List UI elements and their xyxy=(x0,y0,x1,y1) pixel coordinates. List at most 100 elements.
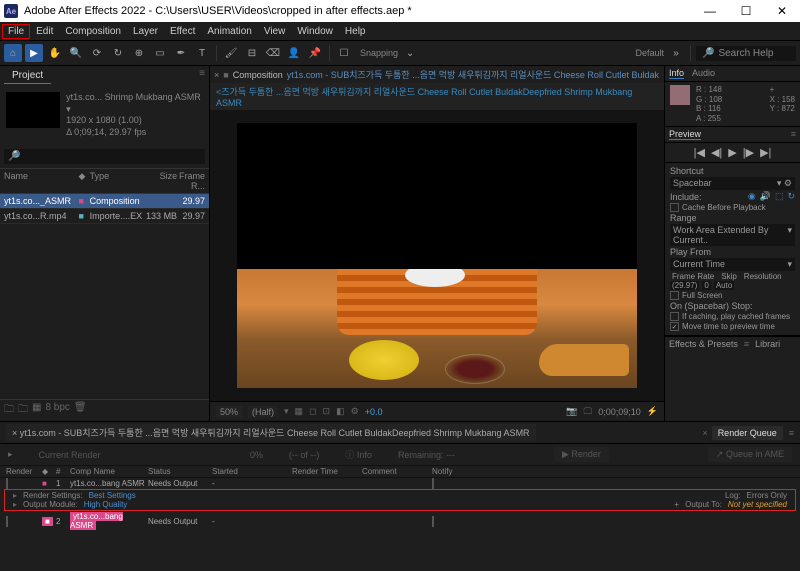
exposure-value[interactable]: +0.0 xyxy=(365,407,383,417)
rect-tool-icon[interactable]: ▭ xyxy=(151,44,169,62)
home-icon[interactable]: ⌂ xyxy=(4,44,22,62)
workspace-menu-icon[interactable]: » xyxy=(667,44,685,62)
viewer-timecode[interactable]: 0;00;09;10 xyxy=(598,407,641,417)
skip-dropdown[interactable]: 0 xyxy=(702,281,710,290)
last-frame-icon[interactable]: ▶| xyxy=(760,146,771,159)
composition-breadcrumb[interactable]: <즈가득 두툼한 ...음면 먹방 새우튀김까지 리얼사운드 Cheese Ro… xyxy=(210,83,664,110)
new-comp-icon[interactable]: ▦ xyxy=(32,402,41,419)
cache-before-checkbox[interactable] xyxy=(670,203,679,212)
workspace-label[interactable]: Default xyxy=(635,48,664,58)
col-label-icon[interactable]: ◆ xyxy=(78,171,89,191)
audio-tab[interactable]: Audio xyxy=(692,68,715,79)
libraries-tab[interactable]: Librari xyxy=(755,339,780,349)
project-item[interactable]: yt1s.co..._ASMR ■ Composition 29.97 xyxy=(0,194,209,209)
bpc-toggle[interactable]: 8 bpc xyxy=(45,402,69,419)
panel-menu-icon[interactable]: ≡ xyxy=(199,68,205,84)
fullscreen-checkbox[interactable] xyxy=(670,291,679,300)
project-tab[interactable]: Project xyxy=(4,68,51,84)
range-dropdown[interactable]: Work Area Extended By Current..▾ xyxy=(670,224,795,246)
toggle-mask-icon[interactable]: ◻ xyxy=(309,406,316,417)
project-search-input[interactable]: 🔎 xyxy=(4,149,205,164)
include-video-icon[interactable]: ◉ xyxy=(748,191,756,202)
output-to-link[interactable]: Not yet specified xyxy=(728,500,787,509)
notify-checkbox[interactable] xyxy=(432,478,434,489)
roto-tool-icon[interactable]: 👤 xyxy=(285,44,303,62)
render-button[interactable]: ▶ Render xyxy=(554,447,609,462)
ifcaching-checkbox[interactable] xyxy=(670,312,679,321)
snap-options-icon[interactable]: ⌄ xyxy=(401,44,419,62)
menu-composition[interactable]: Composition xyxy=(59,24,127,39)
panel-menu-icon[interactable]: ≡ xyxy=(791,129,796,140)
shortcut-dropdown[interactable]: Spacebar▾ ⚙ xyxy=(670,177,795,190)
menu-effect[interactable]: Effect xyxy=(164,24,201,39)
toggle-transparency-icon[interactable]: ▦ xyxy=(295,406,304,417)
eraser-tool-icon[interactable]: ⌫ xyxy=(264,44,282,62)
rotation-tool-icon[interactable]: ↻ xyxy=(109,44,127,62)
prev-frame-icon[interactable]: ◀| xyxy=(711,146,722,159)
resolution-dropdown[interactable]: Auto xyxy=(714,281,734,290)
menu-animation[interactable]: Animation xyxy=(201,24,257,39)
render-queue-item[interactable]: ■ 2 yt1s.co...bang ASMR Needs Output - xyxy=(0,511,800,531)
render-enable-checkbox[interactable] xyxy=(6,478,8,489)
snap-checkbox[interactable]: ☐ xyxy=(335,44,353,62)
resolution-dropdown[interactable]: (Half) xyxy=(248,406,278,418)
output-module-link[interactable]: High Quality xyxy=(84,500,128,509)
orbit-tool-icon[interactable]: ⟳ xyxy=(88,44,106,62)
pen-tool-icon[interactable]: ✒ xyxy=(172,44,190,62)
next-frame-icon[interactable]: |▶ xyxy=(743,146,754,159)
disclosure-icon[interactable]: ▸ xyxy=(8,449,13,460)
panel-menu-icon[interactable]: ≡ xyxy=(744,339,749,349)
selection-tool-icon[interactable]: ▶ xyxy=(25,44,43,62)
comp-tab-name[interactable]: yt1s.com - SUB치즈가득 두툼한 ...음면 먹방 새우튀김까지 리… xyxy=(287,68,659,81)
comp-flyout-icon[interactable]: × xyxy=(214,70,219,80)
render-info-button[interactable]: ⓘ Info xyxy=(345,448,372,461)
viewer-options-icon[interactable]: ▾ xyxy=(284,406,289,417)
menu-edit[interactable]: Edit xyxy=(30,24,59,39)
channel-menu-icon[interactable]: ◧ xyxy=(336,406,345,417)
minimize-button[interactable]: — xyxy=(692,4,728,18)
brush-tool-icon[interactable]: 🖌 xyxy=(222,44,240,62)
search-help-input[interactable]: 🔎 Search Help xyxy=(696,46,796,61)
info-tab[interactable]: Info xyxy=(669,68,684,79)
menu-help[interactable]: Help xyxy=(339,24,372,39)
menu-window[interactable]: Window xyxy=(291,24,339,39)
preview-tab[interactable]: Preview xyxy=(669,129,701,140)
project-item[interactable]: yt1s.co...R.mp4 ■ Importe....EX 133 MB 2… xyxy=(0,209,209,224)
snapshot-icon[interactable]: 📷 xyxy=(566,406,577,417)
show-snapshot-icon[interactable]: 🖵 xyxy=(584,406,593,417)
menu-file[interactable]: File xyxy=(2,24,30,39)
first-frame-icon[interactable]: |◀ xyxy=(694,146,705,159)
play-icon[interactable]: ▶ xyxy=(728,146,736,159)
interpret-footage-icon[interactable]: 🗀 xyxy=(4,402,14,419)
zoom-tool-icon[interactable]: 🔍 xyxy=(67,44,85,62)
reset-exposure-icon[interactable]: ⚙ xyxy=(351,406,359,417)
zoom-dropdown[interactable]: 50% xyxy=(216,406,242,418)
include-overlay-icon[interactable]: ⬚ xyxy=(775,191,784,202)
col-name[interactable]: Name xyxy=(4,171,78,191)
new-folder-icon[interactable]: 🗀 xyxy=(18,402,28,419)
col-size[interactable]: Size xyxy=(145,171,177,191)
effects-presets-tab[interactable]: Effects & Presets xyxy=(669,339,738,349)
delete-icon[interactable]: 🗑 xyxy=(74,402,87,419)
add-output-icon[interactable]: + xyxy=(674,500,679,509)
fast-previews-icon[interactable]: ⚡ xyxy=(647,406,658,417)
log-value[interactable]: Errors Only xyxy=(747,491,787,500)
col-type[interactable]: Type xyxy=(90,171,146,191)
notify-checkbox[interactable] xyxy=(432,516,434,527)
playfrom-dropdown[interactable]: Current Time▾ xyxy=(670,258,795,271)
render-enable-checkbox[interactable] xyxy=(6,516,8,527)
render-settings-link[interactable]: Best Settings xyxy=(89,491,136,500)
framerate-dropdown[interactable]: (29.97) xyxy=(670,281,699,290)
render-queue-tab[interactable]: Render Queue xyxy=(712,426,783,440)
col-framerate[interactable]: Frame R... xyxy=(177,171,205,191)
hand-tool-icon[interactable]: ✋ xyxy=(46,44,64,62)
menu-view[interactable]: View xyxy=(258,24,292,39)
clone-tool-icon[interactable]: ⊟ xyxy=(243,44,261,62)
panel-menu-icon[interactable]: ≡ xyxy=(789,428,794,438)
include-audio-icon[interactable]: 🔊 xyxy=(760,191,771,202)
composition-viewer[interactable] xyxy=(210,110,664,401)
menu-layer[interactable]: Layer xyxy=(127,24,164,39)
loop-icon[interactable]: ↻ xyxy=(787,191,795,202)
close-button[interactable]: ✕ xyxy=(764,4,800,18)
pin-tool-icon[interactable]: 📌 xyxy=(306,44,324,62)
